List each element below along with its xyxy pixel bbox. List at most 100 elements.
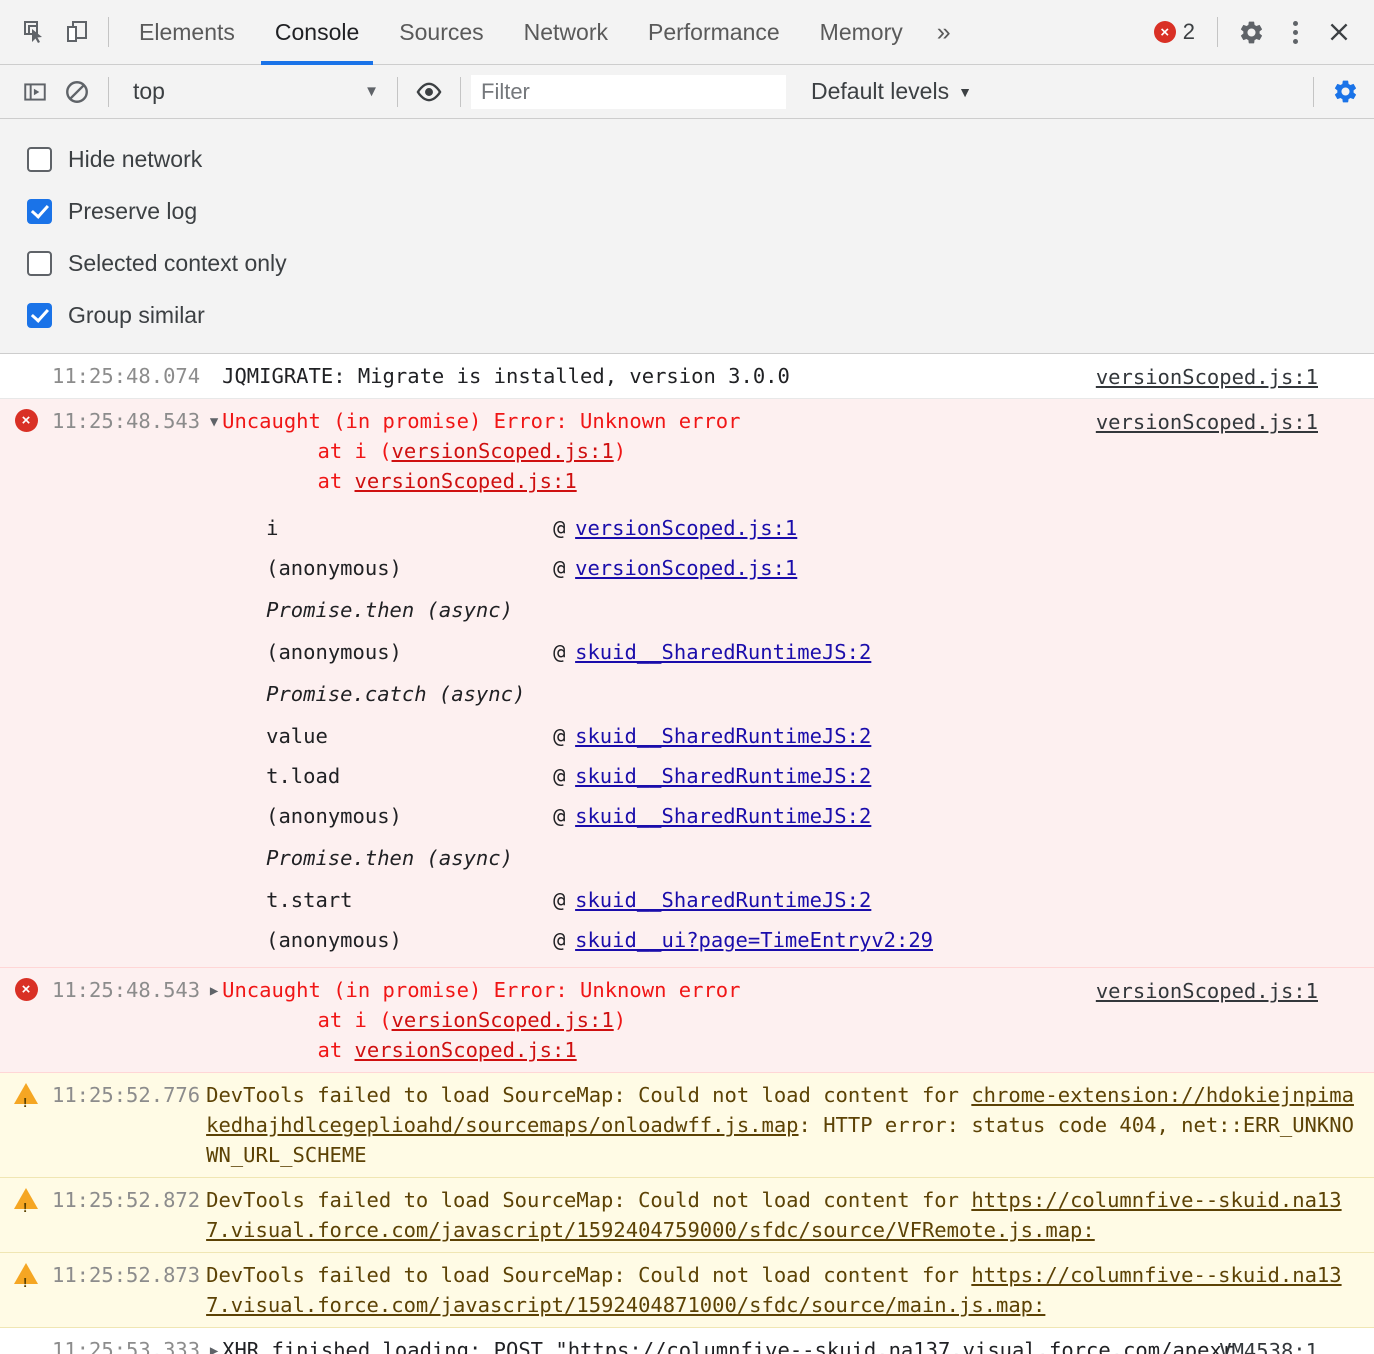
setting-label: Hide network bbox=[68, 145, 203, 172]
stack-line: at versionScoped.js:1 bbox=[222, 466, 1366, 496]
live-expression-eye-icon[interactable] bbox=[408, 71, 450, 113]
inspect-element-icon[interactable] bbox=[14, 11, 56, 53]
stack-frame: value @ skuid__SharedRuntimeJS:2 bbox=[222, 716, 1366, 756]
message-text: DevTools failed to load SourceMap: Could… bbox=[206, 1080, 1374, 1170]
stack-suffix: ) bbox=[613, 439, 627, 463]
message-source-link[interactable]: VM4538:1 bbox=[1219, 1336, 1318, 1354]
message-gutter: × bbox=[0, 975, 52, 1065]
panel-tabs: Elements Console Sources Network Perform… bbox=[119, 0, 965, 65]
stack-suffix: ) bbox=[613, 1008, 627, 1032]
checkbox-selected-context-only[interactable] bbox=[27, 250, 52, 276]
console-message-row[interactable]: 11:25:52.872 DevTools failed to load Sou… bbox=[0, 1178, 1374, 1253]
gear-icon[interactable] bbox=[1230, 11, 1272, 53]
frame-at: @ bbox=[553, 928, 566, 952]
frame-at: @ bbox=[553, 556, 566, 580]
console-message-row[interactable]: 11:25:48.074 JQMIGRATE: Migrate is insta… bbox=[0, 354, 1374, 399]
setting-preserve-log[interactable]: Preserve log bbox=[0, 198, 700, 225]
xhr-text-pre: XHR finished loading: POST " bbox=[222, 1338, 568, 1354]
frame-name: (anonymous) bbox=[266, 804, 402, 828]
tab-performance[interactable]: Performance bbox=[628, 0, 800, 65]
close-icon[interactable] bbox=[1318, 11, 1360, 53]
devtools-tabbar: Elements Console Sources Network Perform… bbox=[0, 0, 1374, 65]
frame-link[interactable]: skuid__SharedRuntimeJS:2 bbox=[575, 756, 871, 796]
frame-at: @ bbox=[553, 764, 566, 788]
frame-link[interactable]: versionScoped.js:1 bbox=[575, 508, 797, 548]
message-source-link[interactable]: versionScoped.js:1 bbox=[1096, 976, 1318, 1006]
setting-evaluate-triggers-user-activation[interactable]: Evaluate triggers user activation bbox=[700, 302, 1374, 329]
setting-hide-network[interactable]: Hide network bbox=[0, 146, 700, 173]
message-gutter bbox=[0, 1080, 52, 1170]
message-text: DevTools failed to load SourceMap: Could… bbox=[206, 1260, 1374, 1320]
checkbox-hide-network[interactable] bbox=[27, 146, 52, 172]
message-timestamp: 11:25:48.543 bbox=[52, 409, 201, 433]
chevron-down-icon: ▼ bbox=[364, 83, 379, 100]
setting-selected-context-only[interactable]: Selected context only bbox=[0, 250, 700, 277]
message-expander-collapse-icon[interactable]: ▼ bbox=[206, 406, 222, 960]
stack-frame: (anonymous) @ skuid__ui?page=TimeEntryv2… bbox=[222, 920, 1366, 960]
console-message-row[interactable]: 11:25:53.333 ▶ XHR finished loading: POS… bbox=[0, 1328, 1374, 1354]
filterbar-divider-3 bbox=[460, 76, 461, 107]
setting-log-xmlhttprequests[interactable]: Log XMLHttpRequests bbox=[700, 146, 1374, 173]
console-sidebar-icon[interactable] bbox=[14, 71, 56, 113]
frame-link[interactable]: skuid__SharedRuntimeJS:2 bbox=[575, 632, 871, 672]
console-message-row[interactable]: × 11:25:48.543 ▼ Uncaught (in promise) E… bbox=[0, 399, 1374, 968]
frame-link[interactable]: skuid__SharedRuntimeJS:2 bbox=[575, 796, 871, 836]
more-tabs-chevron-icon[interactable]: » bbox=[923, 0, 965, 65]
warning-icon bbox=[14, 1188, 38, 1223]
frame-at: @ bbox=[553, 804, 566, 828]
filterbar-divider-4 bbox=[1313, 76, 1314, 107]
message-source-link[interactable]: versionScoped.js:1 bbox=[1096, 362, 1318, 392]
frame-name: (anonymous) bbox=[266, 928, 402, 952]
console-message-list[interactable]: 11:25:48.074 JQMIGRATE: Migrate is insta… bbox=[0, 354, 1374, 1354]
console-message-row[interactable]: 11:25:52.873 DevTools failed to load Sou… bbox=[0, 1253, 1374, 1328]
stack-link[interactable]: versionScoped.js:1 bbox=[392, 439, 614, 463]
clear-console-icon[interactable] bbox=[56, 71, 98, 113]
message-source-link[interactable]: versionScoped.js:1 bbox=[1096, 407, 1318, 437]
filterbar-actions bbox=[1303, 71, 1366, 113]
tab-console[interactable]: Console bbox=[255, 0, 379, 65]
frame-name: i bbox=[266, 516, 279, 540]
stack-link[interactable]: versionScoped.js:1 bbox=[392, 1008, 614, 1032]
console-message-row[interactable]: 11:25:52.776 DevTools failed to load Sou… bbox=[0, 1073, 1374, 1178]
devtools-window: Elements Console Sources Network Perform… bbox=[0, 0, 1374, 1354]
frame-name: t.start bbox=[266, 888, 353, 912]
checkbox-preserve-log[interactable] bbox=[27, 198, 52, 224]
stack-link[interactable]: versionScoped.js:1 bbox=[355, 1038, 577, 1062]
message-expander-expand-icon[interactable]: ▶ bbox=[206, 1335, 222, 1354]
log-levels-dropdown[interactable]: Default levels ▼ bbox=[811, 78, 972, 105]
warn-text-pre: DevTools failed to load SourceMap: Could… bbox=[206, 1188, 972, 1212]
frame-name: value bbox=[266, 724, 328, 748]
tab-memory[interactable]: Memory bbox=[800, 0, 923, 65]
console-message-row[interactable]: × 11:25:48.543 ▶ Uncaught (in promise) E… bbox=[0, 968, 1374, 1073]
message-gutter: × bbox=[0, 406, 52, 960]
tab-network[interactable]: Network bbox=[504, 0, 628, 65]
tab-sources[interactable]: Sources bbox=[379, 0, 503, 65]
message-timestamp: 11:25:48.543 bbox=[52, 978, 201, 1002]
frame-at: @ bbox=[553, 888, 566, 912]
error-count-badge[interactable]: × 2 bbox=[1150, 19, 1205, 45]
async-boundary: Promise.catch (async) bbox=[266, 682, 526, 706]
setting-group-similar[interactable]: Group similar bbox=[0, 302, 700, 329]
frame-name: t.load bbox=[266, 764, 341, 788]
execution-context-select[interactable]: top ▼ bbox=[119, 73, 387, 111]
message-expander-expand-icon[interactable]: ▶ bbox=[206, 975, 222, 1065]
frame-link[interactable]: skuid__ui?page=TimeEntryv2:29 bbox=[575, 920, 933, 960]
frame-link[interactable]: skuid__SharedRuntimeJS:2 bbox=[575, 880, 871, 920]
tab-elements[interactable]: Elements bbox=[119, 0, 255, 65]
kebab-menu-icon[interactable] bbox=[1274, 11, 1316, 53]
stack-line: at i (versionScoped.js:1) bbox=[222, 436, 1366, 466]
setting-autocomplete-from-history[interactable]: Autocomplete from history bbox=[700, 250, 1374, 277]
tabbar-actions: × 2 bbox=[1150, 11, 1366, 53]
console-settings-gear-icon[interactable] bbox=[1324, 71, 1366, 113]
checkbox-group-similar[interactable] bbox=[27, 302, 52, 328]
stack-frame: t.start @ skuid__SharedRuntimeJS:2 bbox=[222, 880, 1366, 920]
filter-input[interactable] bbox=[471, 74, 786, 109]
stack-link[interactable]: versionScoped.js:1 bbox=[355, 469, 577, 493]
device-toolbar-icon[interactable] bbox=[56, 11, 98, 53]
console-settings-pane: Hide network Log XMLHttpRequests Preserv… bbox=[0, 119, 1374, 354]
frame-link[interactable]: versionScoped.js:1 bbox=[575, 548, 797, 588]
setting-eager-evaluation[interactable]: Eager evaluation bbox=[700, 198, 1374, 225]
stack-prefix: at bbox=[268, 1038, 355, 1062]
warn-text-pre: DevTools failed to load SourceMap: Could… bbox=[206, 1263, 972, 1287]
frame-link[interactable]: skuid__SharedRuntimeJS:2 bbox=[575, 716, 871, 756]
